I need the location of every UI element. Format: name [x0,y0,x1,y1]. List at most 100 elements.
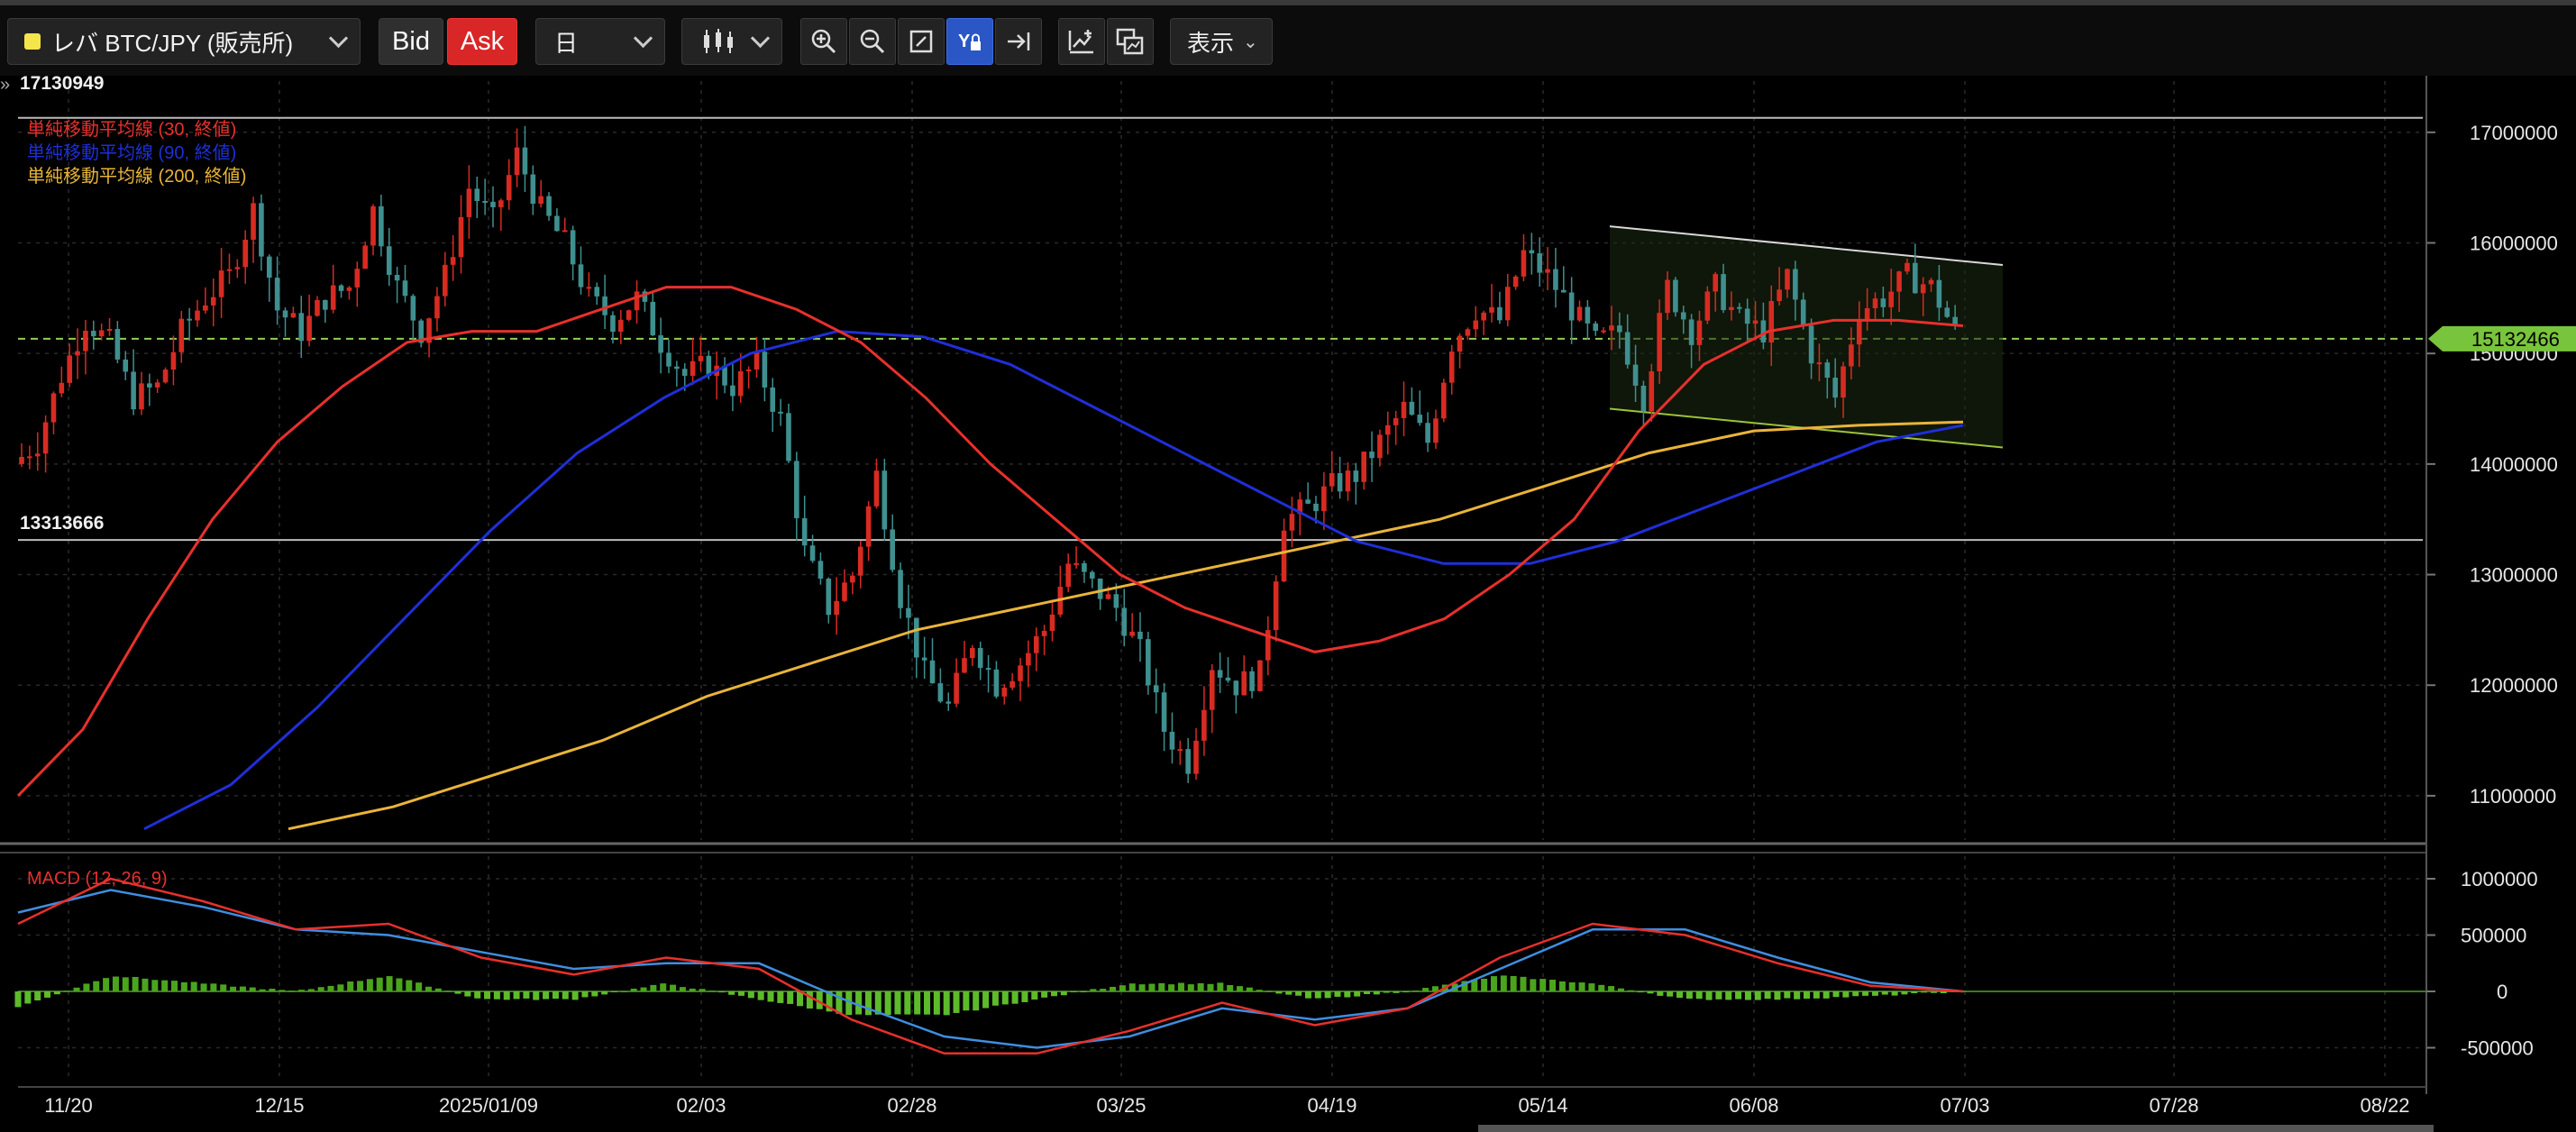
candle-body [1201,709,1207,741]
candle-body [801,517,808,546]
candle-body [1800,299,1806,326]
candle-body [850,575,855,583]
macd-histogram-bar [34,991,41,1001]
candle-body [977,647,983,669]
macd-histogram-bar [1862,991,1869,996]
compare-chart-button[interactable] [1107,18,1154,65]
candle-body [330,285,336,310]
macd-histogram-bar [1285,991,1293,995]
candle-body [786,413,791,461]
macd-histogram-bar [63,990,70,992]
macd-axis-label: 500000 [2461,925,2526,947]
macd-histogram-bar [689,988,696,991]
macd-histogram-bar [963,991,970,1011]
add-indicator-button[interactable] [1058,18,1105,65]
candle-body [890,529,895,571]
zoom-out-button[interactable] [849,18,896,65]
candle-body [929,660,936,684]
macd-histogram-bar [416,982,423,991]
macd-histogram-bar [1568,981,1576,991]
macd-histogram-bar [1412,990,1420,992]
macd-histogram-bar [366,979,373,991]
ask-button[interactable]: Ask [447,18,517,65]
macd-histogram-bar [718,991,726,993]
candle-body [1337,473,1343,492]
y-axis-lock-button[interactable]: Y [946,18,993,65]
svg-text:Y: Y [958,32,971,51]
candle-body [338,285,344,291]
macd-histogram-bar [1803,991,1810,1000]
candle-body [379,205,384,247]
candle-body [1009,680,1015,688]
macd-histogram-bar [767,991,774,1002]
candle-body [1393,417,1399,425]
macd-histogram-bar [1549,980,1557,991]
macd-histogram-bar [1891,991,1898,996]
candle-body [1913,262,1918,294]
candle-body [1601,330,1606,333]
candle-body [1065,563,1072,588]
macd-histogram-bar [1940,991,1947,994]
candle-body [1441,382,1447,419]
candle-body [42,422,49,454]
candle-body [83,331,88,351]
macd-histogram-bar [1510,975,1517,991]
macd-histogram-bar [425,986,432,991]
macd-histogram-bar [1158,982,1165,991]
candle-body [1369,452,1375,459]
macd-histogram-bar [493,991,500,1000]
candle-body [865,506,872,547]
bid-button[interactable]: Bid [379,18,443,65]
macd-histogram-bar [249,987,256,991]
candle-body [1504,287,1511,321]
price-chart[interactable]: »170000001600000015000000140000001300000… [0,76,2576,1132]
candle-body [913,617,919,658]
display-menu[interactable]: 表示 ⌄ [1170,18,1273,65]
candle-body [170,351,177,370]
symbol-selector[interactable]: レバ BTC/JPY (販売所) [7,18,361,65]
macd-histogram-bar [1744,991,1751,1000]
macd-histogram-bar [376,977,383,991]
candle-body [1585,306,1591,324]
macd-histogram-bar [708,990,716,992]
candle-body [1105,594,1111,599]
candle-body [490,201,496,207]
macd-histogram-bar [347,981,354,991]
macd-histogram-bar [53,991,60,995]
fit-screen-button[interactable] [898,18,945,65]
macd-histogram-bar [591,991,598,997]
candle-body [306,315,312,342]
chevron-down-icon [328,28,349,49]
time-axis-label: 05/14 [1518,1094,1567,1117]
timeframe-selector[interactable]: 日 [535,18,665,65]
candle-body [770,387,776,412]
zoom-in-button[interactable] [800,18,847,65]
candle-body [546,196,552,216]
symbol-label: レバ BTC/JPY (販売所) [51,29,294,57]
candle-body [1185,749,1191,774]
candle-body [818,561,824,580]
chart-type-selector[interactable] [681,18,782,65]
candle-body [921,657,927,661]
macd-histogram-bar [434,988,442,991]
candle-body [98,330,105,337]
macd-histogram-bar [1832,991,1840,998]
candle-body [90,331,96,337]
price-axis-label: 13000000 [2470,564,2558,587]
candle-body [1433,418,1439,443]
analysis-tools [1058,18,1156,65]
jump-to-latest-button[interactable] [995,18,1042,65]
macd-histogram-bar [1168,984,1175,991]
candle-body [970,647,975,659]
candle-body [882,470,888,530]
candle-body [298,313,305,342]
macd-histogram-bar [386,976,393,991]
time-axis-label: 11/20 [44,1094,92,1117]
candle-body [67,355,72,383]
price-axis-label: 14000000 [2470,453,2558,476]
macd-histogram-bar [552,991,559,1000]
macd-histogram-bar [973,991,980,1011]
time-axis-label: 06/08 [1729,1094,1778,1117]
candle-body [1768,300,1775,342]
macd-histogram-bar [200,983,207,991]
